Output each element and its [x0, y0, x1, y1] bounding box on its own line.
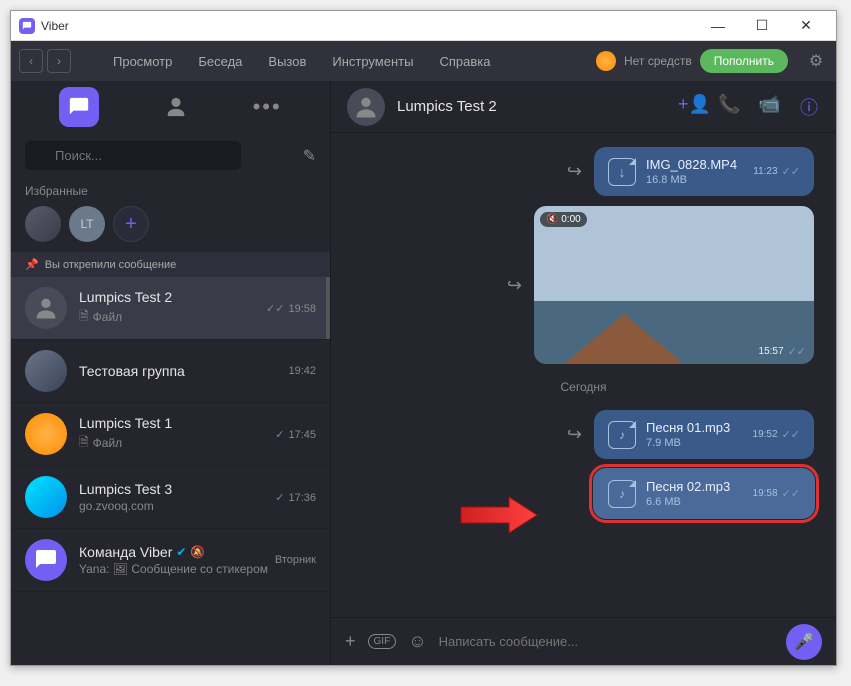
pin-icon: 📌 [25, 258, 39, 271]
attach-icon[interactable]: + [345, 631, 356, 652]
chat-name: Lumpics Test 1 [79, 415, 275, 431]
search-input[interactable] [25, 141, 241, 170]
balance-icon [596, 51, 616, 71]
settings-icon[interactable]: ⚙ [804, 51, 828, 71]
chat-list: Lumpics Test 2 🗎Файл ✓✓19:58 Тестовая гр… [11, 277, 330, 665]
avatar [25, 413, 67, 455]
forward-icon[interactable]: ↪ [567, 424, 582, 445]
date-separator: Сегодня [353, 380, 814, 394]
message-file-mp4[interactable]: IMG_0828.MP4 16.8 MB 11:23✓✓ [594, 147, 814, 196]
chat-name: Lumpics Test 2 [79, 289, 266, 305]
voice-call-icon[interactable]: 📞 [718, 94, 740, 120]
chat-item-lumpics-test-3[interactable]: Lumpics Test 3 go.zvooq.com ✓17:36 [11, 466, 330, 529]
read-ticks-icon: ✓✓ [782, 165, 800, 178]
read-ticks-icon: ✓✓ [788, 345, 806, 358]
messages-area[interactable]: ↪ IMG_0828.MP4 16.8 MB 11:23✓✓ ↪ � [331, 133, 836, 617]
info-icon[interactable]: ⓘ [798, 94, 820, 120]
minimize-button[interactable]: — [696, 11, 740, 41]
sidebar: ••• ✎ Избранные LT + 📌 Вы открепили сооб… [11, 81, 331, 665]
avatar [25, 476, 67, 518]
callout-arrow-icon [459, 495, 539, 540]
chat-item-lumpics-test-1[interactable]: Lumpics Test 1 🗎Файл ✓17:45 [11, 403, 330, 466]
chat-name: Lumpics Test 3 [79, 481, 275, 497]
maximize-button[interactable]: ☐ [740, 11, 784, 41]
download-icon[interactable] [608, 158, 636, 186]
avatar [25, 350, 67, 392]
file-icon: 🗎 [79, 307, 89, 328]
topup-button[interactable]: Пополнить [700, 49, 788, 73]
chat-item-viber-team[interactable]: Команда Viber ✔ 🔕 Yana: 🖼 Сообщение со с… [11, 529, 330, 592]
chat-item-lumpics-test-2[interactable]: Lumpics Test 2 🗎Файл ✓✓19:58 [11, 277, 330, 340]
chat-pane: Lumpics Test 2 +👤 📞 📹 ⓘ ↪ IMG_0828.MP4 1 [331, 81, 836, 665]
avatar [25, 287, 67, 329]
file-icon: 🗎 [79, 433, 89, 454]
viber-logo-icon [19, 18, 35, 34]
chats-tab-icon[interactable] [59, 87, 99, 127]
window-controls: — ☐ ✕ [696, 11, 828, 41]
window-title: Viber [41, 19, 69, 33]
menu-items: Просмотр Беседа Вызов Инструменты Справк… [101, 50, 502, 73]
nav-back-button[interactable]: ‹ [19, 49, 43, 73]
favorites-row: LT + [11, 202, 330, 252]
add-contact-icon[interactable]: +👤 [678, 94, 700, 120]
message-input[interactable] [439, 634, 774, 649]
more-tab-icon[interactable]: ••• [253, 94, 282, 120]
avatar [347, 88, 385, 126]
titlebar: Viber — ☐ ✕ [11, 11, 836, 41]
contacts-tab-icon[interactable] [156, 87, 196, 127]
nav-forward-button[interactable]: › [47, 49, 71, 73]
forward-icon[interactable]: ↪ [507, 275, 522, 296]
chat-item-test-group[interactable]: Тестовая группа 19:42 [11, 340, 330, 403]
favorite-item[interactable] [25, 206, 61, 242]
chat-name: Тестовая группа [79, 363, 288, 379]
sticker-icon[interactable]: ☺ [408, 631, 426, 652]
app-window: Viber — ☐ ✕ ‹ › Просмотр Беседа Вызов Ин… [10, 10, 837, 666]
menu-chat[interactable]: Беседа [186, 50, 254, 73]
balance-text: Нет средств [624, 54, 692, 68]
menu-tools[interactable]: Инструменты [320, 50, 425, 73]
close-button[interactable]: ✕ [784, 11, 828, 41]
avatar [25, 539, 67, 581]
menubar: ‹ › Просмотр Беседа Вызов Инструменты Сп… [11, 41, 836, 81]
verified-icon: ✔ [176, 545, 186, 559]
favorites-label: Избранные [11, 178, 330, 202]
compose-button[interactable]: ✎ [303, 146, 316, 166]
menu-help[interactable]: Справка [427, 50, 502, 73]
read-ticks-icon: ✓✓ [782, 487, 800, 500]
voice-message-button[interactable]: 🎤 [786, 624, 822, 660]
gif-button[interactable]: GIF [368, 634, 397, 649]
read-ticks-icon: ✓✓ [782, 428, 800, 441]
favorite-item[interactable]: LT [69, 206, 105, 242]
audio-file-icon [608, 421, 636, 449]
message-audio-2-highlighted[interactable]: Песня 02.mp3 6.6 MB 19:58✓✓ [594, 469, 814, 518]
pinned-banner: 📌 Вы открепили сообщение [11, 252, 330, 277]
chat-title: Lumpics Test 2 [397, 98, 497, 115]
muted-icon: 🔕 [190, 545, 205, 559]
menu-view[interactable]: Просмотр [101, 50, 184, 73]
composer: + GIF ☺ 🎤 [331, 617, 836, 665]
audio-file-icon [608, 480, 636, 508]
video-call-icon[interactable]: 📹 [758, 94, 780, 120]
forward-icon[interactable]: ↪ [567, 161, 582, 182]
chat-header: Lumpics Test 2 +👤 📞 📹 ⓘ [331, 81, 836, 133]
message-video[interactable]: 🔇 0:00 15:57✓✓ [534, 206, 814, 364]
sidebar-tabs: ••• [11, 81, 330, 133]
menu-call[interactable]: Вызов [256, 50, 318, 73]
message-audio-1[interactable]: Песня 01.mp3 7.9 MB 19:52✓✓ [594, 410, 814, 459]
video-mute-badge: 🔇 0:00 [540, 212, 587, 227]
add-favorite-button[interactable]: + [113, 206, 149, 242]
